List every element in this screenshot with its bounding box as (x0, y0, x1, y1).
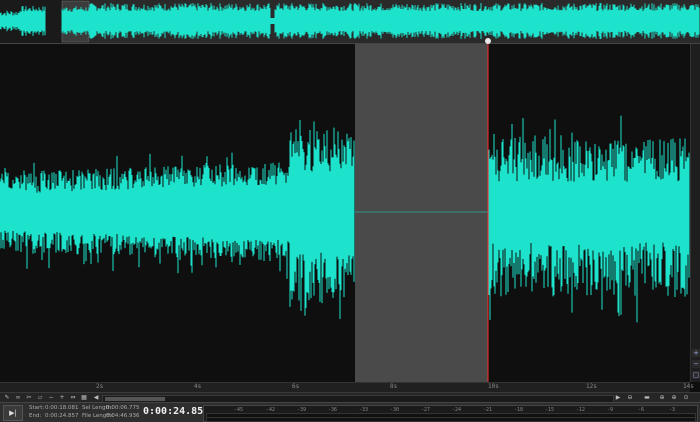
ruler-label: 8s (390, 383, 398, 390)
loop-icon[interactable]: ∞ (14, 394, 22, 402)
scroll-left-icon[interactable]: ◀ (92, 394, 100, 402)
current-time-display: 0:00:24.857 (143, 406, 210, 417)
ruler-label: 4s (194, 383, 202, 390)
zoom-in-vertical-icon[interactable]: + (692, 349, 700, 357)
waveform-canvas (0, 44, 690, 382)
overview-strip[interactable] (0, 0, 700, 44)
waveform-path (0, 115, 690, 323)
status-bar: ▶| Start: 0:00:18.081 End: 0:00:24.857 S… (0, 402, 700, 422)
end-label: End: (29, 413, 42, 419)
start-value: 0:00:18.081 (45, 405, 79, 411)
fit-icon[interactable]: ⇔ (69, 394, 77, 402)
grid-icon[interactable]: ▦ (80, 394, 88, 402)
scissors-icon[interactable]: ✂ (25, 394, 33, 402)
file-length-value: 0:04:46.936 (106, 413, 140, 419)
minus-icon[interactable]: − (47, 394, 55, 402)
ruler-label: 14s (683, 383, 694, 390)
selection-region[interactable] (355, 44, 488, 382)
pencil-icon[interactable]: ✎ (3, 394, 11, 402)
ruler-label: 6s (292, 383, 300, 390)
scroll-thumb[interactable] (105, 397, 165, 401)
ruler-label: 10s (488, 383, 499, 390)
waveform-view[interactable] (0, 44, 690, 382)
zoom-selection-icon[interactable]: ⊕ (670, 394, 678, 402)
ruler-label: 12s (586, 383, 597, 390)
level-meter: -45 -42 -39 -36 -33 -30 -27 -24 -21 -18 … (203, 405, 698, 422)
meter-bar-right (206, 417, 696, 422)
plus-icon[interactable]: + (58, 394, 66, 402)
zoom-slider[interactable]: ▬ (640, 394, 654, 402)
scroll-right-icon[interactable]: ▶ (614, 394, 622, 402)
eraser-icon[interactable]: ▱ (36, 394, 44, 402)
zoom-out-icon[interactable]: ⊖ (626, 394, 634, 402)
sel-length-value: 0:00:06.775 (106, 405, 140, 411)
ruler-label: 2s (96, 383, 104, 390)
zoom-out-vertical-icon[interactable]: − (692, 360, 700, 368)
end-value: 0:00:24.857 (45, 413, 79, 419)
zoom-in-icon[interactable]: ⊕ (658, 394, 666, 402)
zoom-fit-vertical-icon[interactable]: ▢ (692, 371, 700, 379)
zoom-fit-icon[interactable]: ⊙ (682, 394, 690, 402)
overview-waveform (0, 0, 700, 43)
start-label: Start: (29, 405, 45, 411)
play-to-end-button[interactable]: ▶| (3, 405, 23, 421)
vertical-zoom-bar[interactable]: + − ▢ (690, 44, 700, 382)
overview-wave-path (0, 3, 700, 39)
